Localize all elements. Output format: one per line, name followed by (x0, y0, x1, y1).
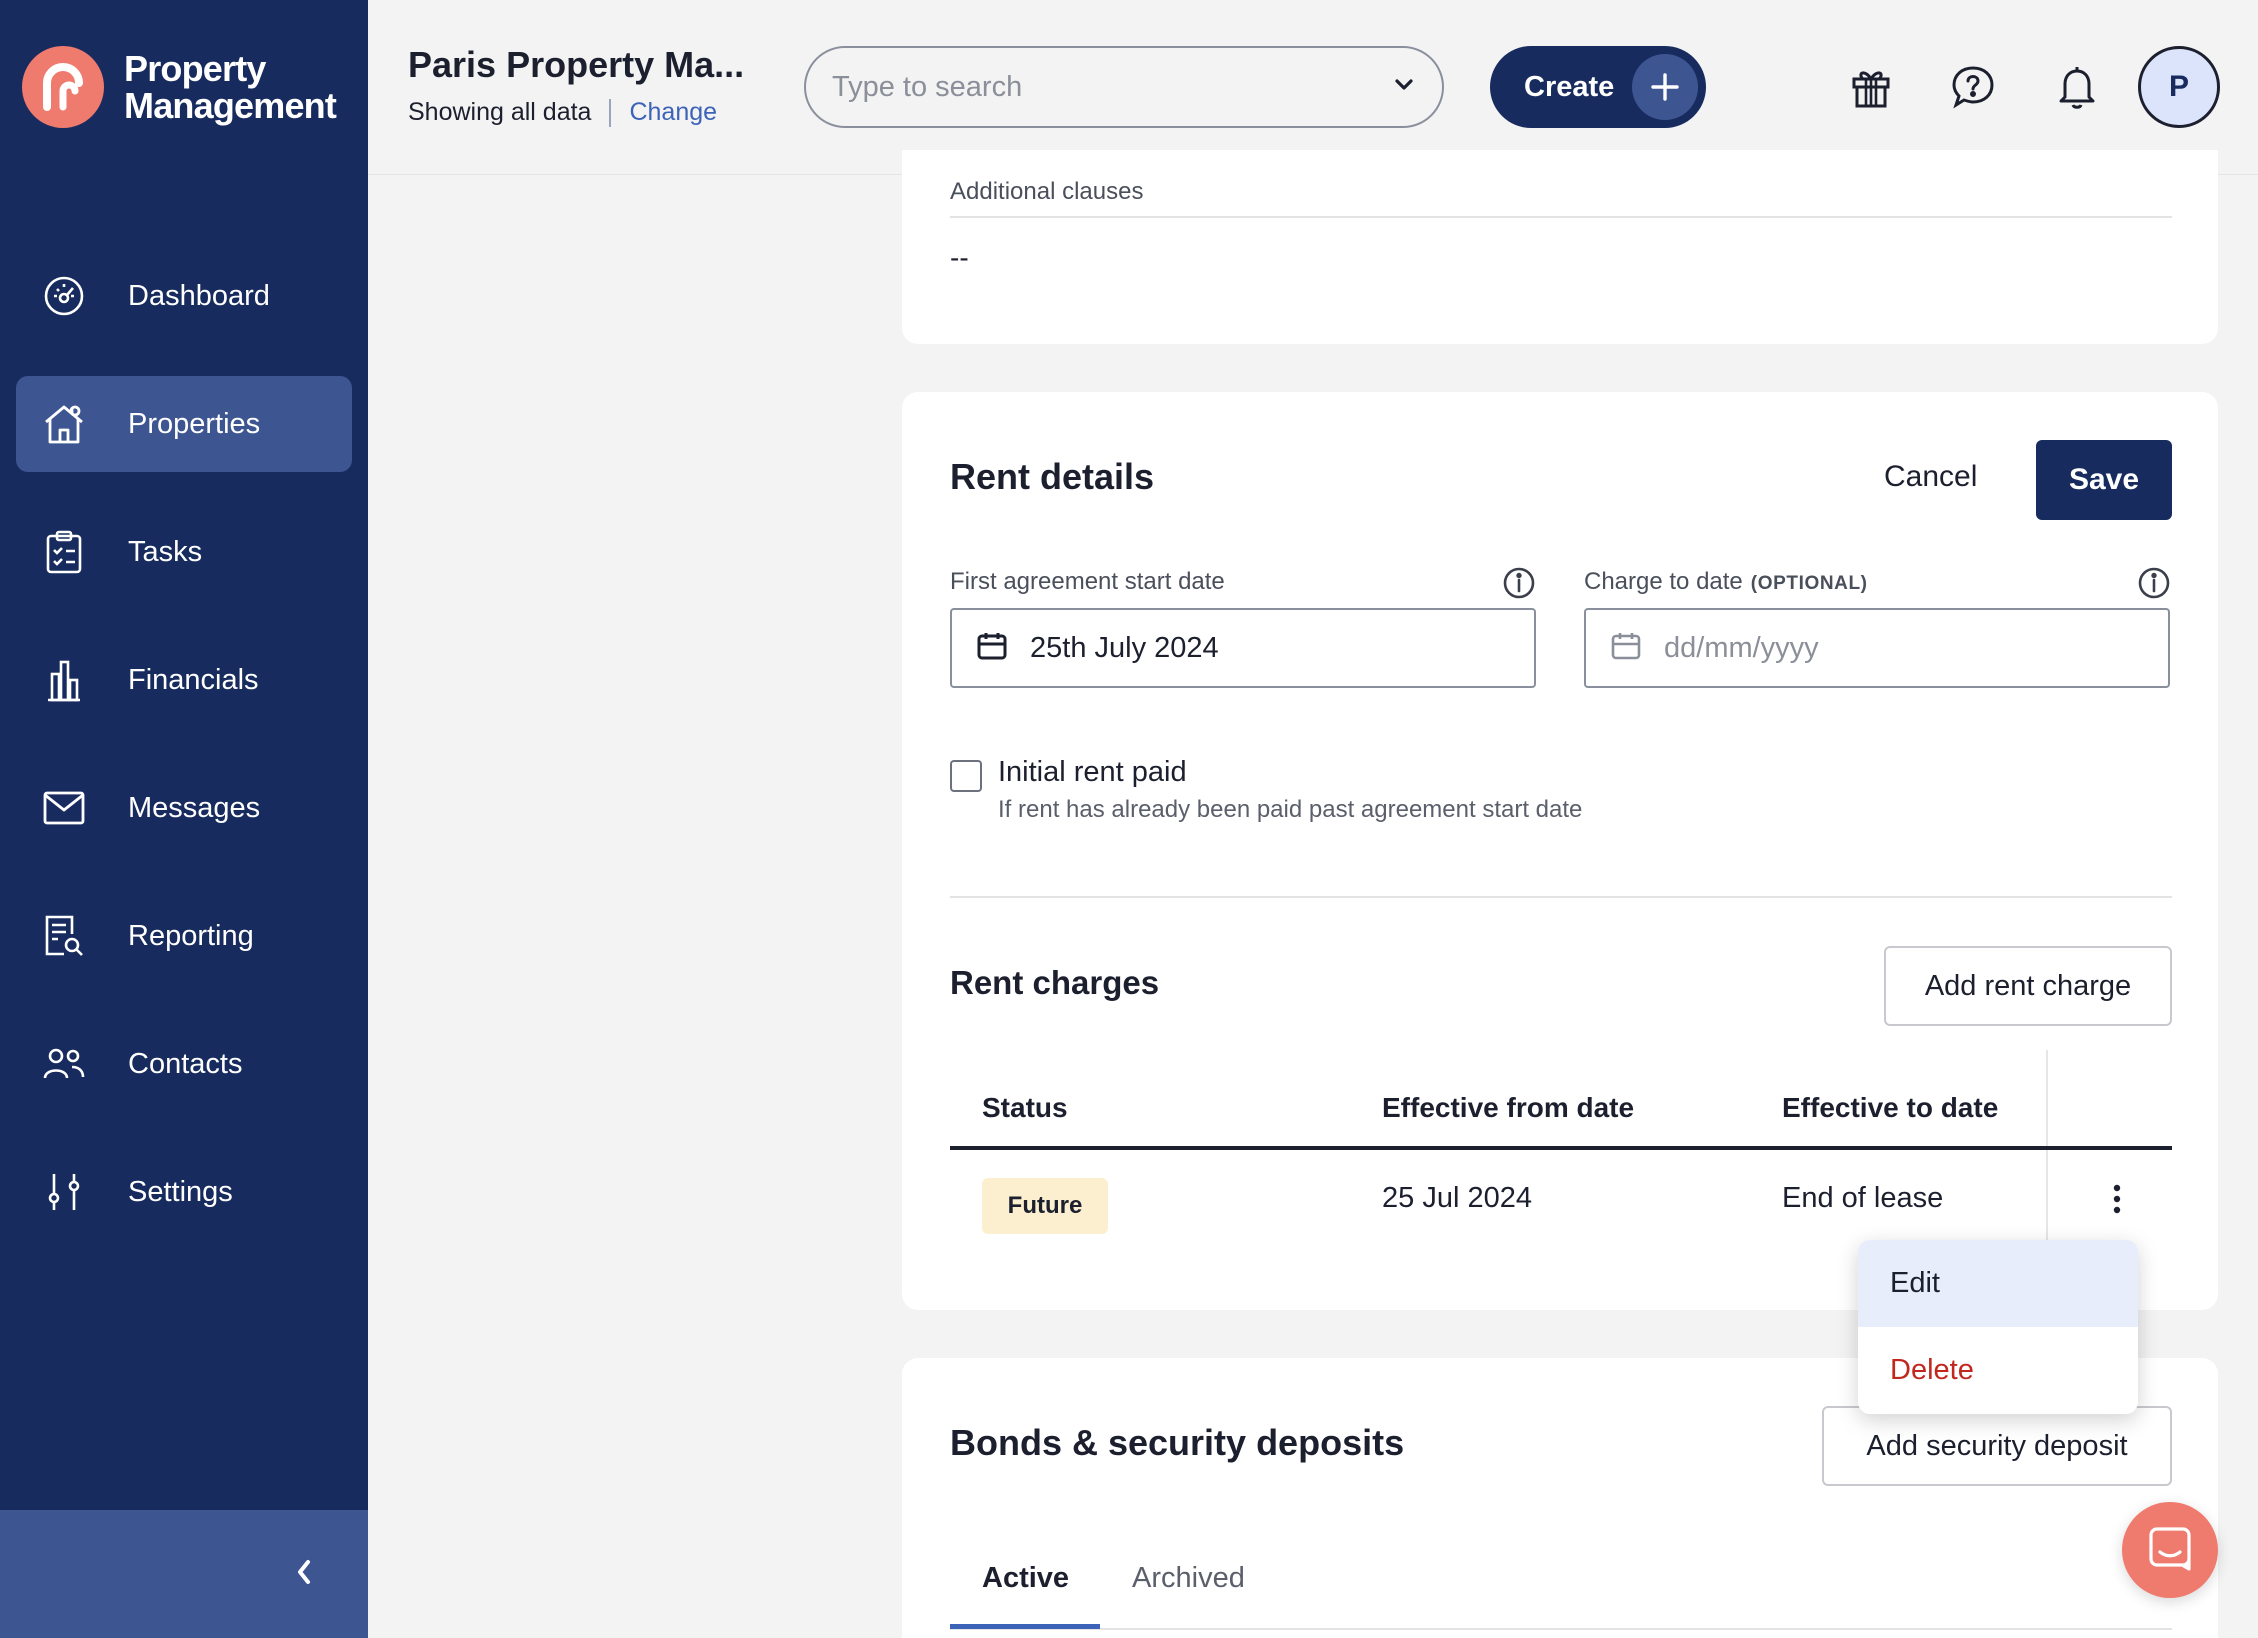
brand-name-line2: Management (124, 85, 337, 126)
search-input[interactable] (832, 70, 1392, 104)
data-scope: Showing all data Change (408, 98, 717, 127)
chat-icon (2146, 1524, 2194, 1577)
divider (609, 98, 612, 127)
effective-from-cell: 25 Jul 2024 (1382, 1182, 1532, 1214)
sidebar-item-label: Dashboard (128, 279, 270, 312)
sidebar-item-label: Settings (128, 1175, 233, 1208)
table-header-underline (950, 1146, 2172, 1150)
divider (950, 216, 2172, 218)
sidebar-item-tasks[interactable]: Tasks (16, 504, 352, 600)
sidebar-item-label: Properties (128, 407, 261, 440)
search-box[interactable] (804, 46, 1444, 128)
add-rent-charge-button[interactable]: Add rent charge (1884, 946, 2172, 1026)
create-button[interactable]: Create (1490, 46, 1706, 128)
dashboard-icon (42, 274, 86, 318)
column-header-effective-to[interactable]: Effective to date (1782, 1092, 1998, 1124)
sidebar-item-label: Tasks (128, 535, 203, 568)
plus-icon (1632, 54, 1698, 120)
initial-rent-paid-label: Initial rent paid (998, 756, 1187, 788)
start-date-value: 25th July 2024 (1030, 631, 1219, 664)
sidebar-item-reporting[interactable]: Reporting (16, 888, 352, 984)
sidebar-item-contacts[interactable]: Contacts (16, 1016, 352, 1112)
rent-details-card: Rent details Cancel Save First agreement… (902, 392, 2218, 1310)
initial-rent-paid-checkbox[interactable] (950, 760, 982, 792)
sidebar-item-label: Financials (128, 663, 259, 696)
envelope-icon (42, 786, 86, 830)
additional-clauses-value: -- (950, 242, 969, 273)
info-icon[interactable] (2137, 566, 2171, 600)
chevron-down-icon[interactable] (1392, 77, 1416, 98)
logo-mark-icon (22, 46, 104, 128)
sidebar-item-messages[interactable]: Messages (16, 760, 352, 856)
top-header: Paris Property Ma... Showing all data Ch… (368, 0, 2258, 175)
tab-archived[interactable]: Archived (1132, 1562, 1245, 1595)
bank-icon (42, 658, 86, 702)
sidebar-nav: Dashboard Properties Tasks Financials Me… (16, 248, 352, 1272)
brand-name-line1: Property (124, 48, 266, 89)
house-icon (42, 402, 86, 446)
edit-menu-item[interactable]: Edit (1858, 1240, 2138, 1327)
column-header-status[interactable]: Status (982, 1092, 1068, 1124)
active-tab-indicator (950, 1624, 1100, 1629)
report-search-icon (42, 914, 86, 958)
tab-active[interactable]: Active (982, 1562, 1069, 1595)
sidebar-item-label: Contacts (128, 1047, 243, 1080)
rent-charges-title: Rent charges (950, 964, 1160, 1001)
info-icon[interactable] (1502, 566, 1536, 600)
row-actions-button[interactable] (2100, 1176, 2134, 1226)
sliders-icon (42, 1170, 86, 1214)
people-icon (42, 1042, 86, 1086)
lease-terms-card: Additional clauses -- (902, 150, 2218, 344)
charge-to-date-label-text: Charge to date (1584, 568, 1743, 595)
data-scope-text: Showing all data (408, 98, 592, 126)
clipboard-icon (42, 530, 86, 574)
initial-rent-paid-help: If rent has already been paid past agree… (998, 796, 1583, 823)
sidebar-item-label: Messages (128, 791, 261, 824)
status-badge: Future (982, 1178, 1108, 1234)
kebab-menu-icon (2113, 1184, 2121, 1219)
sidebar-item-financials[interactable]: Financials (16, 632, 352, 728)
user-avatar[interactable]: P (2138, 46, 2220, 128)
sidebar-item-dashboard[interactable]: Dashboard (16, 248, 352, 344)
create-button-label: Create (1524, 70, 1615, 103)
sidebar-footer (0, 1510, 368, 1638)
change-scope-link[interactable]: Change (629, 98, 717, 127)
divider (950, 896, 2172, 898)
tabs-underline (950, 1628, 2172, 1630)
column-header-effective-from[interactable]: Effective from date (1382, 1092, 1634, 1124)
start-date-input[interactable]: 25th July 2024 (950, 608, 1536, 688)
brand-logo[interactable]: Property Management (22, 46, 337, 128)
sidebar: Property Management Dashboard Properties… (0, 0, 368, 1638)
optional-tag: (OPTIONAL) (1750, 573, 1868, 594)
additional-clauses-label: Additional clauses (950, 178, 1144, 205)
delete-menu-item[interactable]: Delete (1858, 1327, 2138, 1414)
start-date-label: First agreement start date (950, 568, 1225, 595)
calendar-icon (1610, 631, 1642, 666)
collapse-sidebar-button[interactable] (280, 1550, 328, 1598)
effective-to-cell: End of lease (1782, 1182, 1944, 1214)
add-security-deposit-button[interactable]: Add security deposit (1822, 1406, 2172, 1486)
rent-details-title: Rent details (950, 456, 1155, 497)
sidebar-item-settings[interactable]: Settings (16, 1144, 352, 1240)
sidebar-item-properties[interactable]: Properties (16, 376, 352, 472)
charge-to-date-placeholder: dd/mm/yyyy (1664, 631, 1819, 664)
save-button[interactable]: Save (2036, 440, 2172, 520)
chat-launcher-button[interactable] (2122, 1502, 2218, 1598)
help-icon[interactable] (1944, 58, 2002, 116)
calendar-icon (976, 631, 1008, 666)
column-divider (2046, 1050, 2048, 1250)
charge-to-date-label: Charge to date (OPTIONAL) (1584, 568, 1868, 596)
sidebar-item-label: Reporting (128, 919, 254, 952)
bonds-title: Bonds & security deposits (950, 1422, 1405, 1463)
gift-icon[interactable] (1842, 58, 1900, 116)
bell-icon[interactable] (2048, 58, 2106, 116)
chevron-left-icon (294, 1558, 314, 1591)
organization-title: Paris Property Ma... (408, 44, 745, 85)
charge-to-date-input[interactable]: dd/mm/yyyy (1584, 608, 2170, 688)
row-actions-menu: Edit Delete (1858, 1240, 2138, 1414)
cancel-button[interactable]: Cancel (1884, 460, 1977, 494)
